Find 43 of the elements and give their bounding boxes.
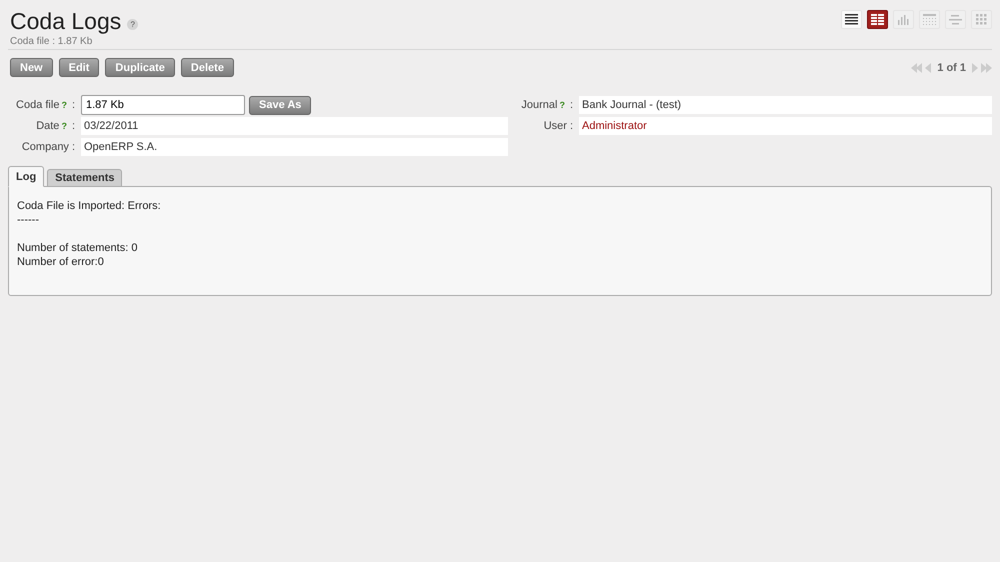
log-line: Coda File is Imported: Errors: — [17, 199, 162, 213]
action-button[interactable]: Edit — [58, 58, 100, 77]
log-line: Number of error:0 — [17, 255, 105, 269]
field-label: Company — [22, 141, 69, 153]
action-button[interactable]: New — [10, 58, 53, 77]
tab[interactable]: Log — [8, 166, 44, 187]
field-label: Journal — [521, 99, 558, 111]
label-colon: : — [72, 120, 75, 132]
label-colon: : — [570, 120, 573, 132]
field-value: 03/22/2011 — [81, 117, 508, 135]
pager-text: 1 of 1 — [937, 62, 966, 74]
view-button[interactable] — [867, 10, 888, 29]
tab[interactable]: Statements — [47, 169, 122, 187]
label-colon: : — [72, 99, 75, 111]
log-line: ------ — [17, 213, 40, 227]
gantt-icon — [949, 14, 962, 25]
action-button[interactable]: Duplicate — [105, 58, 175, 77]
help-icon[interactable]: ? — [127, 19, 138, 30]
save-as-button[interactable]: Save As — [249, 96, 312, 114]
grid-icon — [975, 14, 988, 25]
first-page-icon[interactable] — [911, 62, 922, 72]
action-button[interactable]: Delete — [180, 58, 234, 77]
help-mark[interactable]: ? — [559, 100, 565, 110]
log-line: Number of statements: 0 — [17, 241, 138, 255]
field-link[interactable]: Administrator — [579, 117, 992, 135]
bar-chart-icon — [897, 14, 910, 25]
next-page-icon[interactable] — [972, 62, 978, 72]
previous-page-icon[interactable] — [925, 62, 932, 72]
list-icon — [845, 14, 858, 25]
record-subtitle: Coda file : 1.87 Kb — [10, 36, 94, 47]
label-colon: : — [570, 99, 573, 111]
help-mark[interactable]: ? — [61, 100, 67, 110]
form-icon — [871, 14, 884, 25]
field-value: Bank Journal - (test) — [579, 96, 992, 114]
label-colon: : — [72, 141, 75, 153]
help-mark[interactable]: ? — [61, 121, 67, 131]
field-label: Date — [36, 120, 60, 132]
field-value: OpenERP S.A. — [81, 138, 508, 156]
last-page-icon[interactable] — [981, 62, 992, 72]
page-title: Coda Logs — [10, 8, 122, 35]
field-label: Coda file — [16, 99, 60, 111]
file-field[interactable]: 1.87 Kb — [81, 95, 245, 115]
field-label: User — [544, 120, 567, 132]
